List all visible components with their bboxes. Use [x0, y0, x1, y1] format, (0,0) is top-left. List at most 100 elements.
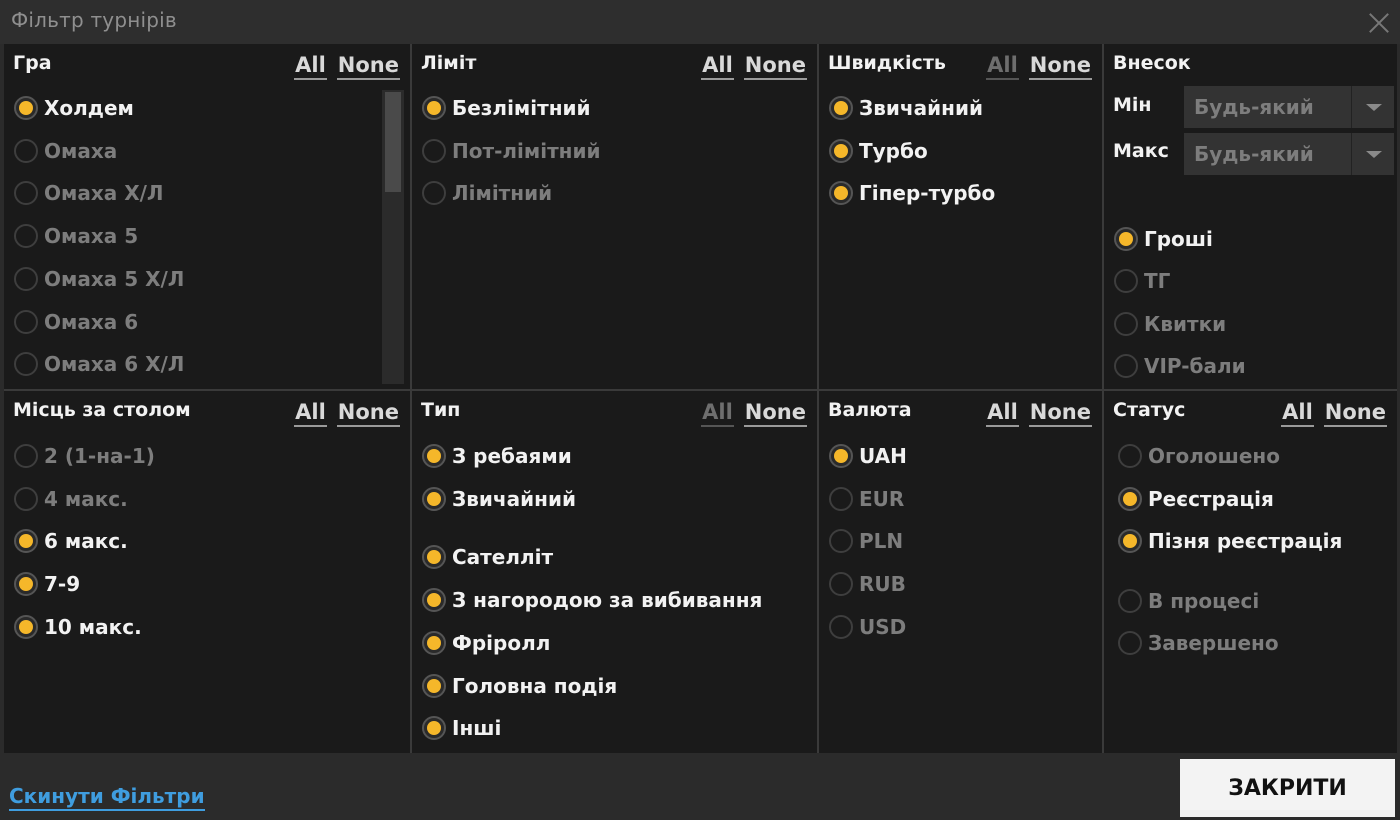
- game-all-link[interactable]: All: [294, 52, 327, 80]
- radio-icon[interactable]: [829, 615, 853, 639]
- limit-all-link[interactable]: All: [701, 52, 734, 80]
- radio-icon[interactable]: [1118, 631, 1142, 655]
- radio-icon[interactable]: [829, 572, 853, 596]
- radio-icon[interactable]: [422, 444, 446, 468]
- type-option[interactable]: Фріролл: [422, 628, 550, 658]
- type-none-link[interactable]: None: [743, 399, 807, 427]
- radio-icon[interactable]: [1114, 354, 1138, 378]
- type-option[interactable]: З ребаями: [422, 441, 572, 471]
- type-option[interactable]: Звичайний: [422, 484, 576, 514]
- speed-none-link[interactable]: None: [1028, 52, 1092, 80]
- radio-icon[interactable]: [829, 444, 853, 468]
- radio-icon[interactable]: [1118, 444, 1142, 468]
- status-option[interactable]: Пізня реєстрація: [1118, 526, 1342, 556]
- buyin-min-select[interactable]: Будь-який: [1184, 86, 1394, 128]
- radio-icon[interactable]: [422, 588, 446, 612]
- type-option[interactable]: З нагородою за вибивання: [422, 585, 762, 615]
- currency-option[interactable]: RUB: [829, 569, 906, 599]
- radio-icon[interactable]: [829, 529, 853, 553]
- radio-icon[interactable]: [14, 224, 38, 248]
- game-option[interactable]: Омаха 6 Х/Л: [14, 349, 184, 379]
- seats-option[interactable]: 10 макс.: [14, 612, 142, 642]
- status-option[interactable]: Оголошено: [1118, 441, 1280, 471]
- game-option[interactable]: Омаха 5: [14, 221, 138, 251]
- type-option[interactable]: Головна подія: [422, 671, 617, 701]
- game-none-link[interactable]: None: [336, 52, 400, 80]
- radio-icon[interactable]: [1114, 227, 1138, 251]
- radio-icon[interactable]: [422, 139, 446, 163]
- game-option[interactable]: Омаха: [14, 136, 117, 166]
- radio-icon[interactable]: [422, 487, 446, 511]
- close-button[interactable]: ЗАКРИТИ: [1180, 759, 1395, 817]
- radio-icon[interactable]: [1118, 589, 1142, 613]
- buyin-option[interactable]: Гроші: [1114, 224, 1213, 254]
- chevron-down-icon[interactable]: [1352, 133, 1394, 175]
- radio-icon[interactable]: [422, 716, 446, 740]
- currency-all-link[interactable]: All: [986, 399, 1019, 427]
- radio-icon[interactable]: [1114, 269, 1138, 293]
- radio-icon[interactable]: [422, 674, 446, 698]
- radio-icon[interactable]: [1118, 487, 1142, 511]
- buyin-max-select[interactable]: Будь-який: [1184, 133, 1394, 175]
- status-all-link[interactable]: All: [1281, 399, 1314, 427]
- buyin-option[interactable]: ТГ: [1114, 266, 1170, 296]
- radio-icon[interactable]: [829, 181, 853, 205]
- seats-none-link[interactable]: None: [336, 399, 400, 427]
- game-option[interactable]: Омаха 5 Х/Л: [14, 264, 184, 294]
- game-scrollbar[interactable]: [382, 90, 404, 384]
- radio-icon[interactable]: [14, 615, 38, 639]
- radio-icon[interactable]: [829, 487, 853, 511]
- radio-icon[interactable]: [422, 96, 446, 120]
- radio-icon[interactable]: [14, 96, 38, 120]
- limit-option[interactable]: Пот-лімітний: [422, 136, 601, 166]
- radio-icon[interactable]: [1118, 529, 1142, 553]
- game-option[interactable]: Холдем: [14, 93, 134, 123]
- currency-option[interactable]: EUR: [829, 484, 904, 514]
- type-option[interactable]: Сателліт: [422, 542, 553, 572]
- seats-option[interactable]: 7-9: [14, 569, 80, 599]
- type-option[interactable]: Інші: [422, 713, 501, 743]
- radio-icon[interactable]: [422, 545, 446, 569]
- speed-all-link[interactable]: All: [986, 52, 1019, 80]
- speed-option[interactable]: Гіпер-турбо: [829, 178, 995, 208]
- chevron-down-icon[interactable]: [1352, 86, 1394, 128]
- radio-icon[interactable]: [14, 181, 38, 205]
- radio-icon[interactable]: [422, 181, 446, 205]
- buyin-option[interactable]: Квитки: [1114, 309, 1226, 339]
- scrollbar-thumb[interactable]: [385, 92, 401, 192]
- speed-option[interactable]: Турбо: [829, 136, 928, 166]
- radio-icon[interactable]: [829, 139, 853, 163]
- reset-filters-link[interactable]: Скинути Фільтри: [9, 783, 205, 811]
- currency-option[interactable]: PLN: [829, 526, 903, 556]
- radio-icon[interactable]: [14, 487, 38, 511]
- status-none-link[interactable]: None: [1323, 399, 1387, 427]
- radio-icon[interactable]: [14, 139, 38, 163]
- limit-none-link[interactable]: None: [743, 52, 807, 80]
- game-option[interactable]: Омаха 6: [14, 307, 138, 337]
- type-all-link[interactable]: All: [701, 399, 734, 427]
- radio-icon[interactable]: [1114, 312, 1138, 336]
- seats-all-link[interactable]: All: [294, 399, 327, 427]
- status-option[interactable]: В процесі: [1118, 586, 1259, 616]
- radio-icon[interactable]: [14, 572, 38, 596]
- radio-icon[interactable]: [14, 352, 38, 376]
- seats-option[interactable]: 4 макс.: [14, 484, 128, 514]
- limit-option[interactable]: Безлімітний: [422, 93, 591, 123]
- radio-icon[interactable]: [14, 444, 38, 468]
- radio-icon[interactable]: [829, 96, 853, 120]
- status-option[interactable]: Завершено: [1118, 628, 1279, 658]
- seats-option[interactable]: 2 (1-на-1): [14, 441, 155, 471]
- speed-option[interactable]: Звичайний: [829, 93, 983, 123]
- radio-icon[interactable]: [422, 631, 446, 655]
- close-icon[interactable]: [1366, 10, 1392, 36]
- currency-option[interactable]: USD: [829, 612, 906, 642]
- currency-option[interactable]: UAH: [829, 441, 907, 471]
- game-option[interactable]: Омаха Х/Л: [14, 178, 164, 208]
- currency-none-link[interactable]: None: [1028, 399, 1092, 427]
- radio-icon[interactable]: [14, 267, 38, 291]
- buyin-option[interactable]: VIP-бали: [1114, 351, 1246, 381]
- radio-icon[interactable]: [14, 310, 38, 334]
- radio-icon[interactable]: [14, 529, 38, 553]
- limit-option[interactable]: Лімітний: [422, 178, 552, 208]
- seats-option[interactable]: 6 макс.: [14, 526, 128, 556]
